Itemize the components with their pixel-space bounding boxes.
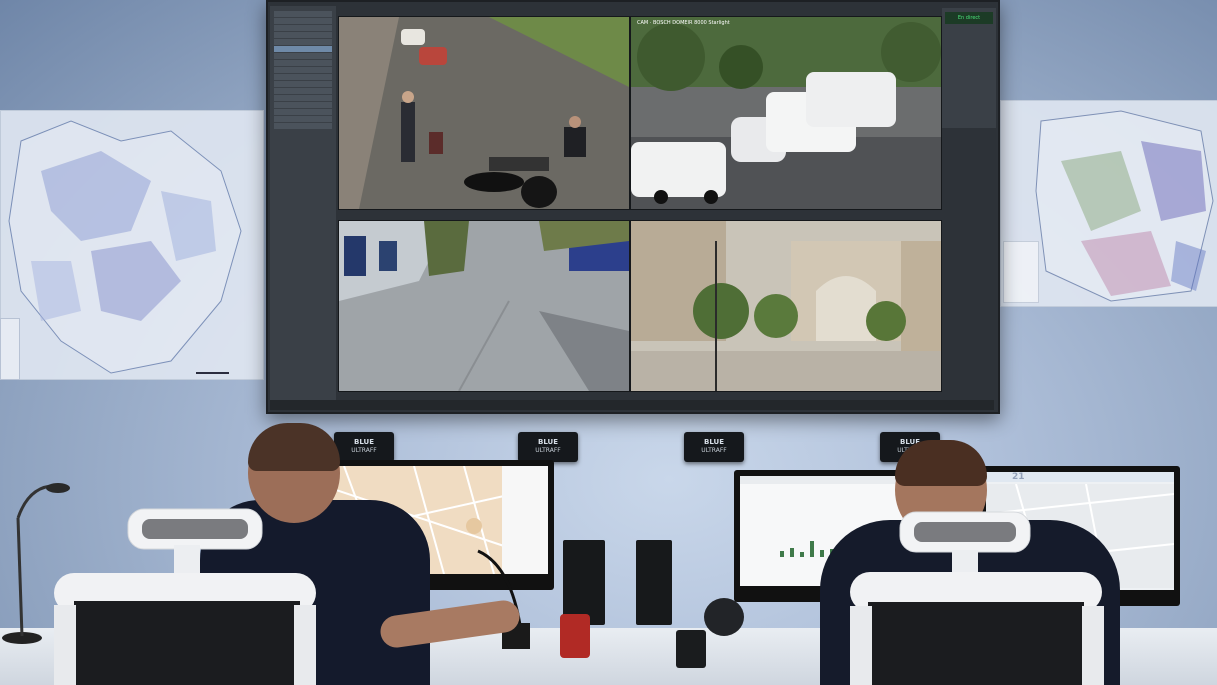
tree-item[interactable] <box>274 74 332 80</box>
right-chair <box>850 511 1104 685</box>
tree-item[interactable] <box>274 32 332 38</box>
decoder-brand: BLUE <box>353 438 374 446</box>
decoder-box-3: BLUE ULTRAFF <box>684 432 744 462</box>
tree-item[interactable] <box>274 25 332 31</box>
right-wall-map <box>1000 100 1217 307</box>
left-chair <box>54 508 316 685</box>
tree-item[interactable] <box>274 123 332 129</box>
city-map-graphic <box>8 120 242 374</box>
camera-feed-3[interactable] <box>338 220 630 392</box>
feed-1-scene <box>339 17 629 209</box>
camera-feed-2[interactable]: CAM · BOSCH DOMEIR 8000 Starlight <box>630 16 942 210</box>
tree-item[interactable] <box>274 116 332 122</box>
tree-item[interactable] <box>274 88 332 94</box>
feed-2-scene <box>631 17 941 209</box>
camera-feed-4[interactable] <box>630 220 942 392</box>
tree-item[interactable] <box>274 11 332 17</box>
camera-feed-1[interactable] <box>338 16 630 210</box>
tree-item[interactable] <box>274 53 332 59</box>
tree-item[interactable] <box>274 95 332 101</box>
tree-item[interactable] <box>274 18 332 24</box>
decoder-box-1: BLUE ULTRAFF <box>334 432 394 462</box>
workstation-tower-1 <box>563 540 605 625</box>
video-wall: CAM · BOSCH DOMEIR 8000 Starlight En dir… <box>266 0 1000 414</box>
decoder-model: ULTRAFF <box>701 447 727 454</box>
workstation-tower-2 <box>636 540 672 625</box>
ptz-control-panel[interactable]: En direct <box>942 8 996 128</box>
decoder-box-2: BLUE ULTRAFF <box>518 432 578 462</box>
live-status-badge: En direct <box>945 12 993 24</box>
decoder-model: ULTRAFF <box>351 447 377 454</box>
feed-2-label: CAM · BOSCH DOMEIR 8000 Starlight <box>637 20 730 26</box>
camera-tree-sidebar[interactable] <box>270 6 336 400</box>
tree-item[interactable] <box>274 60 332 66</box>
map-header-bar <box>986 472 1174 482</box>
desk-phone[interactable] <box>676 630 706 668</box>
decoder-brand: BLUE <box>703 438 724 446</box>
tree-item[interactable] <box>274 81 332 87</box>
left-wall-map <box>0 110 264 380</box>
sidebar-tab-2[interactable] <box>270 8 336 10</box>
left-legend-panel <box>0 318 20 380</box>
feed-4-scene <box>631 221 941 391</box>
tree-item[interactable] <box>274 102 332 108</box>
tree-item[interactable] <box>274 109 332 115</box>
tree-item[interactable] <box>274 46 332 52</box>
video-wall-status-bar <box>270 400 994 410</box>
tree-item[interactable] <box>274 67 332 73</box>
tree-item[interactable] <box>274 39 332 45</box>
mouse[interactable] <box>704 598 744 636</box>
decoder-brand: BLUE <box>537 438 558 446</box>
district-legend <box>1003 241 1039 303</box>
red-mug <box>560 614 590 658</box>
decoder-model: ULTRAFF <box>535 447 561 454</box>
feed-3-scene <box>339 221 629 391</box>
